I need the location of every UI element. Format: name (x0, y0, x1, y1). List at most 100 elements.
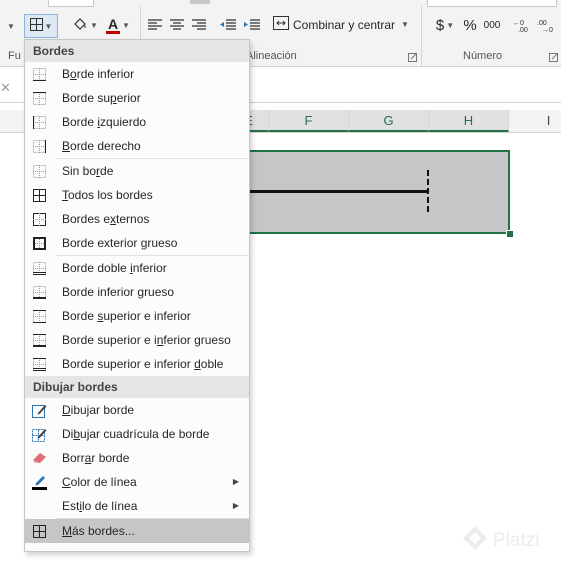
menu-item-label: Borde superior e inferior (62, 309, 191, 323)
menu-item-label: Estilo de línea (62, 499, 138, 513)
ribbon-control-stub[interactable] (190, 0, 210, 4)
dialog-launcher-icon[interactable] (408, 51, 417, 62)
menu-item-label: Dibujar cuadrícula de borde (62, 427, 210, 441)
borders-button[interactable]: ▼ (24, 14, 58, 38)
number-format-field[interactable] (427, 0, 557, 7)
fill-color-button[interactable]: ▼ (70, 14, 100, 36)
menu-item-draw-border[interactable]: Dibujar borde (25, 398, 249, 422)
menu-item-top-border[interactable]: Borde superior (25, 86, 249, 110)
percent-icon: % (463, 16, 477, 34)
line-color-icon (31, 474, 47, 490)
chevron-down-icon: ▼ (90, 20, 98, 30)
percent-button[interactable]: % (460, 14, 480, 36)
column-header-f[interactable]: F (269, 110, 349, 132)
menu-item-label: Dibujar borde (62, 403, 135, 417)
thousands-label: 000 (483, 19, 501, 31)
svg-text:←0: ←0 (513, 20, 524, 27)
font-color-icon: A (106, 16, 121, 34)
chevron-down-icon: ▼ (122, 20, 130, 30)
menu-item-bottom-border[interactable]: Borde inferior (25, 62, 249, 86)
top-double-bottom-border-icon (31, 356, 47, 372)
menu-item-label: Borde inferior grueso (62, 285, 175, 299)
increase-indent-icon[interactable] (242, 14, 262, 36)
menu-item-more-borders[interactable]: Más bordes... (25, 519, 249, 543)
group-label-font: Fu (8, 50, 21, 62)
menu-item-label: Borrar borde (62, 451, 130, 465)
paint-bucket-icon (72, 16, 88, 35)
border-bottom-icon (31, 66, 47, 82)
menu-item-label: Borde derecho (62, 139, 141, 153)
eraser-icon (31, 450, 47, 466)
menu-item-outside-borders[interactable]: Bordes externos (25, 207, 249, 231)
svg-text:.00: .00 (518, 27, 528, 32)
menu-item-label: Borde izquierdo (62, 115, 147, 129)
menu-item-label: Bordes externos (62, 212, 150, 226)
more-borders-icon (31, 523, 47, 539)
menu-item-label: Borde superior e inferior grueso (62, 333, 231, 347)
menu-item-label: Borde inferior (62, 67, 135, 81)
outside-borders-icon (31, 211, 47, 227)
decrease-indent-icon[interactable] (218, 14, 238, 36)
border-top-icon (31, 90, 47, 106)
menu-item-top-double-bottom-border[interactable]: Borde superior e inferior doble (25, 352, 249, 376)
top-thick-bottom-border-icon (31, 332, 47, 348)
font-size-field[interactable] (48, 0, 94, 7)
menu-section-borders: Bordes (25, 40, 249, 62)
close-icon[interactable]: ✕ (0, 80, 11, 96)
align-left-icon[interactable] (146, 14, 164, 36)
currency-button[interactable]: $ ▼ (430, 14, 460, 36)
font-color-button[interactable]: A ▼ (102, 14, 134, 36)
menu-item-label: Color de línea (62, 475, 137, 489)
group-label-alignment: Alineación (246, 50, 297, 62)
dialog-launcher-icon[interactable] (549, 51, 558, 62)
align-center-icon[interactable] (168, 14, 186, 36)
fill-handle[interactable] (506, 230, 514, 238)
column-header-i[interactable]: I (509, 110, 561, 132)
menu-item-draw-border-grid[interactable]: Dibujar cuadrícula de borde (25, 422, 249, 446)
menu-item-label: Borde doble inferior (62, 261, 167, 275)
border-left-icon (31, 114, 47, 130)
column-header-g[interactable]: G (349, 110, 429, 132)
align-right-icon[interactable] (190, 14, 208, 36)
menu-item-thick-bottom-border[interactable]: Borde inferior grueso (25, 280, 249, 304)
menu-item-double-bottom-border[interactable]: Borde doble inferior (25, 256, 249, 280)
decrease-decimal-icon[interactable]: .00 →0 (536, 14, 556, 36)
all-borders-icon (29, 18, 43, 34)
menu-item-label: Más bordes... (62, 524, 135, 538)
cell-bottom-border-preview (248, 190, 429, 193)
merge-cells-icon (273, 16, 289, 33)
draw-border-icon (31, 402, 47, 418)
menu-item-thick-outside-border[interactable]: Borde exterior grueso (25, 231, 249, 255)
menu-item-label: Borde exterior grueso (62, 236, 178, 250)
menu-item-left-border[interactable]: Borde izquierdo (25, 110, 249, 134)
merge-center-button[interactable]: Combinar y centrar ▼ (273, 16, 409, 33)
caret-down-icon[interactable]: ▼ (0, 15, 20, 37)
chevron-down-icon: ▼ (446, 20, 455, 30)
submenu-arrow-icon: ▶ (232, 501, 239, 510)
menu-item-right-border[interactable]: Borde derecho (25, 134, 249, 158)
menu-item-label: Borde superior (62, 91, 141, 105)
group-label-number: Número (463, 50, 503, 62)
watermark-text: Platzi (493, 530, 540, 551)
menu-item-line-color[interactable]: Color de línea ▶ (25, 470, 249, 494)
menu-item-erase-border[interactable]: Borrar borde (25, 446, 249, 470)
column-header-h[interactable]: H (429, 110, 509, 132)
submenu-arrow-icon: ▶ (232, 477, 239, 486)
cell-dashed-border-preview (427, 170, 429, 212)
all-borders-icon (31, 187, 47, 203)
thousands-separator-button[interactable]: 000 (482, 14, 502, 36)
svg-text:→0: →0 (542, 27, 553, 32)
double-bottom-border-icon (31, 260, 47, 276)
chevron-down-icon: ▼ (401, 20, 409, 29)
platzi-logo-icon (462, 525, 488, 557)
no-border-icon (31, 163, 47, 179)
chevron-down-icon: ▼ (44, 21, 53, 31)
menu-item-top-bottom-border[interactable]: Borde superior e inferior (25, 304, 249, 328)
menu-item-line-style[interactable]: Estilo de línea ▶ (25, 494, 249, 518)
menu-item-all-borders[interactable]: Todos los bordes (25, 183, 249, 207)
borders-menu: Bordes Borde inferior Borde superior Bor… (24, 39, 250, 552)
menu-item-no-border[interactable]: Sin borde (25, 159, 249, 183)
merge-center-label: Combinar y centrar (293, 17, 396, 32)
menu-item-top-thick-bottom-border[interactable]: Borde superior e inferior grueso (25, 328, 249, 352)
increase-decimal-icon[interactable]: ←0.00 (512, 14, 532, 36)
